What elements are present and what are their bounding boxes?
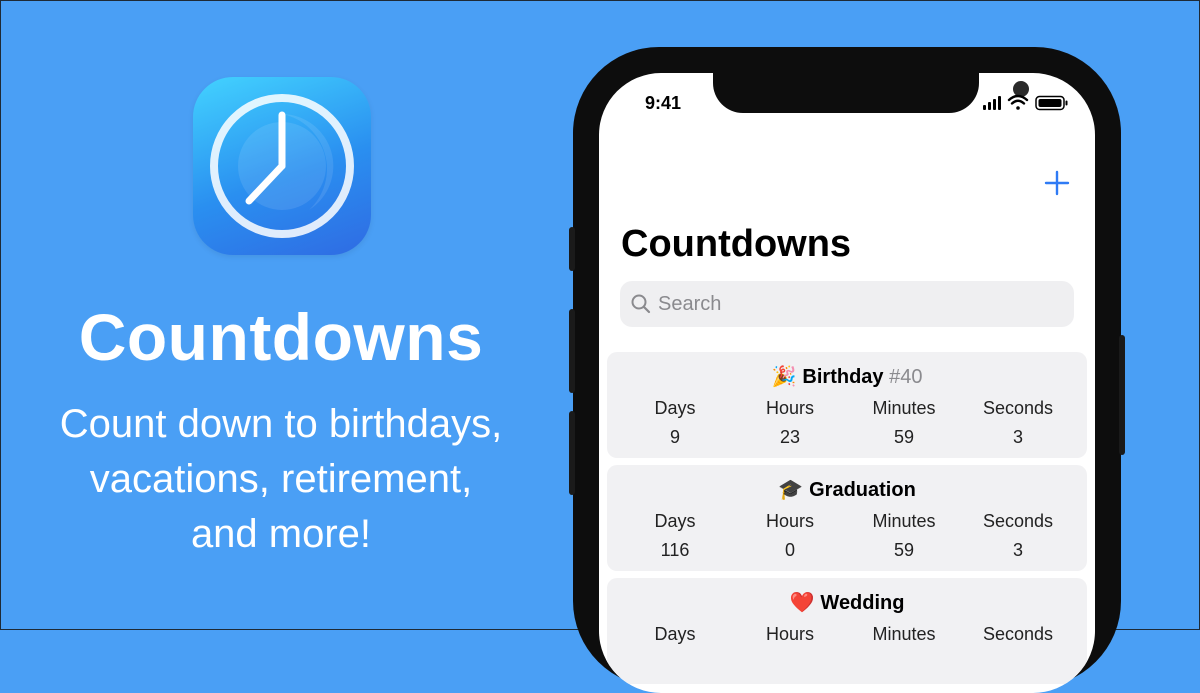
status-icons <box>983 94 1068 111</box>
page-title: Countdowns <box>621 223 852 265</box>
search-placeholder: Search <box>658 293 722 315</box>
card-title: 🎓 Graduation <box>607 477 1087 502</box>
promo-subtitle-line: Count down to birthdays, <box>59 402 503 446</box>
days-value: 9 <box>669 427 680 447</box>
card-name: Wedding <box>820 592 905 614</box>
seconds-label: Seconds <box>982 624 1054 644</box>
phone-side-button <box>569 227 575 271</box>
status-time: 9:41 <box>645 93 682 113</box>
days-label: Days <box>654 511 696 531</box>
wifi-icon <box>1007 94 1029 110</box>
battery-icon <box>1035 95 1068 111</box>
app-icon <box>193 77 371 255</box>
minutes-label: Minutes <box>872 624 936 644</box>
minutes-value: 59 <box>893 427 915 447</box>
card-name: Graduation <box>809 479 916 501</box>
hours-value: 23 <box>779 427 801 447</box>
seconds-value: 3 <box>1012 427 1023 447</box>
add-countdown-button[interactable] <box>1043 169 1071 197</box>
search-icon <box>631 294 651 314</box>
days-value: 116 <box>660 540 690 560</box>
card-name: Birthday <box>802 366 884 388</box>
days-label: Days <box>654 398 696 418</box>
graduation-cap-icon: 🎓 <box>778 479 804 501</box>
phone-screen: 9:41 Countdowns Search 🎉 Birthday #40 Da… <box>599 73 1095 693</box>
minutes-label: Minutes <box>872 398 936 418</box>
notch <box>713 73 1029 113</box>
card-title: 🎉 Birthday #40 <box>607 364 1087 389</box>
countdown-card-graduation[interactable]: 🎓 Graduation Days 116 Hours 0 Minutes 59 Sec… <box>607 465 1087 571</box>
phone-side-button <box>569 411 575 495</box>
hours-label: Hours <box>765 624 814 644</box>
phone-power-button <box>1119 335 1125 455</box>
seconds-label: Seconds <box>982 398 1054 418</box>
promo-title: Countdowns <box>78 300 484 374</box>
days-label: Days <box>654 624 696 644</box>
seconds-value: 3 <box>1012 540 1023 560</box>
countdown-card-birthday[interactable]: 🎉 Birthday #40 Days 9 Hours 23 Minutes 59 Se… <box>607 352 1087 458</box>
phone-side-button <box>569 309 575 393</box>
minutes-label: Minutes <box>872 511 936 531</box>
phone-frame: 9:41 Countdowns Search 🎉 Birthday #40 Da… <box>569 47 1125 693</box>
minutes-value: 59 <box>893 540 915 560</box>
card-number: #40 <box>889 366 923 388</box>
card-title: ❤️ Wedding <box>607 590 1087 615</box>
signal-icon <box>983 96 1001 110</box>
party-popper-icon: 🎉 <box>771 366 797 388</box>
plus-icon <box>1044 170 1070 196</box>
promo-subtitle: Count down to birthdays, vacations, reti… <box>1 397 561 562</box>
clock-icon <box>210 94 354 238</box>
promo-subtitle-line: and more! <box>190 512 372 556</box>
countdown-card-wedding[interactable]: ❤️ Wedding Days Hours Minutes Seconds <box>607 578 1087 684</box>
seconds-label: Seconds <box>982 511 1054 531</box>
promo-subtitle-line: vacations, retirement, <box>89 457 473 501</box>
search-input[interactable]: Search <box>620 281 1074 327</box>
hours-value: 0 <box>784 540 795 560</box>
heart-icon: ❤️ <box>789 592 815 614</box>
hours-label: Hours <box>765 398 814 418</box>
hours-label: Hours <box>765 511 814 531</box>
